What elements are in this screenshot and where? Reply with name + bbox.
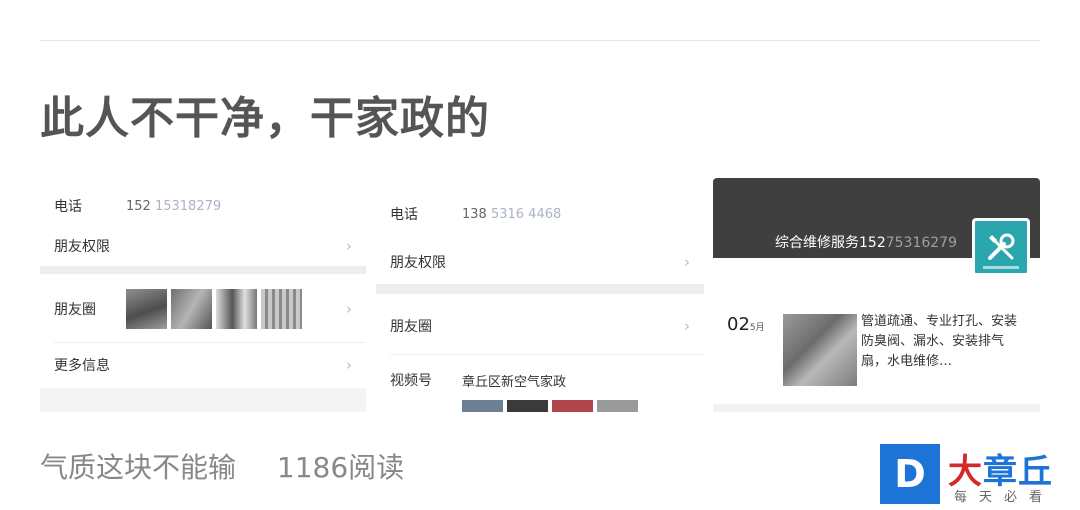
phone-blurred: 15318279 [154, 198, 222, 214]
phone-blurred: 75316279 [885, 235, 957, 251]
channel-value: 章丘区新空气家政 [462, 374, 567, 390]
thumbnail-image [216, 289, 257, 329]
friend-permission-row: 朋友权限 › [376, 242, 704, 282]
brand-logo-icon: D [880, 444, 940, 504]
chevron-right-icon: › [346, 356, 352, 374]
moments-label: 朋友圈 [54, 302, 96, 318]
friend-permission-label: 朋友权限 [54, 239, 110, 255]
thumbnail-image [552, 400, 593, 412]
author-name[interactable]: 气质这块不能输 [40, 451, 236, 484]
section-gap [40, 388, 366, 412]
thumbnail-image [507, 400, 548, 412]
row-divider [390, 354, 704, 355]
moments-row: 朋友圈 › [376, 306, 704, 346]
more-info-label: 更多信息 [54, 358, 110, 374]
screenshot-contact-card-2[interactable]: 电话 138 5316 4468 朋友权限 › 朋友圈 › 视频号 章丘区新空气… [376, 178, 704, 412]
phone-blurred: 5316 4468 [490, 206, 562, 222]
tools-icon [972, 218, 1030, 276]
moments-row: 朋友圈 › [40, 284, 366, 334]
post-title: 此人不干净，干家政的 [40, 93, 490, 144]
row-divider [54, 342, 366, 343]
phone-row: 电话 138 5316 4468 [376, 196, 704, 232]
chevron-right-icon: › [684, 253, 690, 271]
thumbnail-image [597, 400, 638, 412]
friend-permission-label: 朋友权限 [390, 255, 446, 271]
post-photo-grid [783, 314, 857, 386]
thumbnail-image [462, 400, 503, 412]
moments-thumbnails [126, 289, 302, 329]
channel-row: 视频号 章丘区新空气家政 [376, 364, 704, 396]
phone-label: 电话 [54, 199, 82, 215]
channel-label: 视频号 [390, 373, 432, 389]
screenshot-contact-card-1[interactable]: 电话 152 15318279 朋友权限 › 朋友圈 › 更多信息 › [40, 178, 366, 412]
thumbnail-image [171, 289, 212, 329]
thumbnail-image [261, 289, 302, 329]
brand-watermark: D 大章丘 每天必看 [878, 444, 1080, 506]
wrench-screwdriver-icon [988, 233, 1015, 260]
more-info-row: 更多信息 › [40, 344, 366, 386]
section-gap [376, 284, 704, 294]
top-divider [40, 40, 1040, 41]
friend-permission-row: 朋友权限 › [40, 226, 366, 266]
phone-label: 电话 [390, 207, 418, 223]
channel-thumbnails [462, 400, 638, 412]
post-date: 025月 [727, 314, 765, 335]
chevron-right-icon: › [684, 317, 690, 335]
thumbnail-image [126, 289, 167, 329]
phone-value: 138 5316 4468 [462, 206, 562, 222]
chevron-right-icon: › [346, 300, 352, 318]
brand-slogan: 每天必看 [954, 490, 1055, 505]
logo-caption-bar [983, 266, 1019, 269]
phone-value: 152 15318279 [126, 198, 222, 214]
post-meta: 气质这块不能输 1186阅读 [40, 446, 404, 486]
next-post-peek [713, 404, 1040, 412]
read-count: 1186阅读 [276, 451, 405, 484]
screenshot-moments-profile[interactable]: 综合维修服务15275316279 025月 管道疏通、专业打孔、安装防臭阀、漏… [713, 178, 1040, 412]
post-text: 管道疏通、专业打孔、安装防臭阀、漏水、安装排气扇，水电维修… [861, 314, 1018, 369]
section-gap [40, 266, 366, 274]
phone-row: 电话 152 15318279 [40, 186, 366, 226]
chevron-right-icon: › [346, 237, 352, 255]
profile-name: 综合维修服务15275316279 [775, 235, 957, 251]
moments-label: 朋友圈 [390, 319, 432, 335]
